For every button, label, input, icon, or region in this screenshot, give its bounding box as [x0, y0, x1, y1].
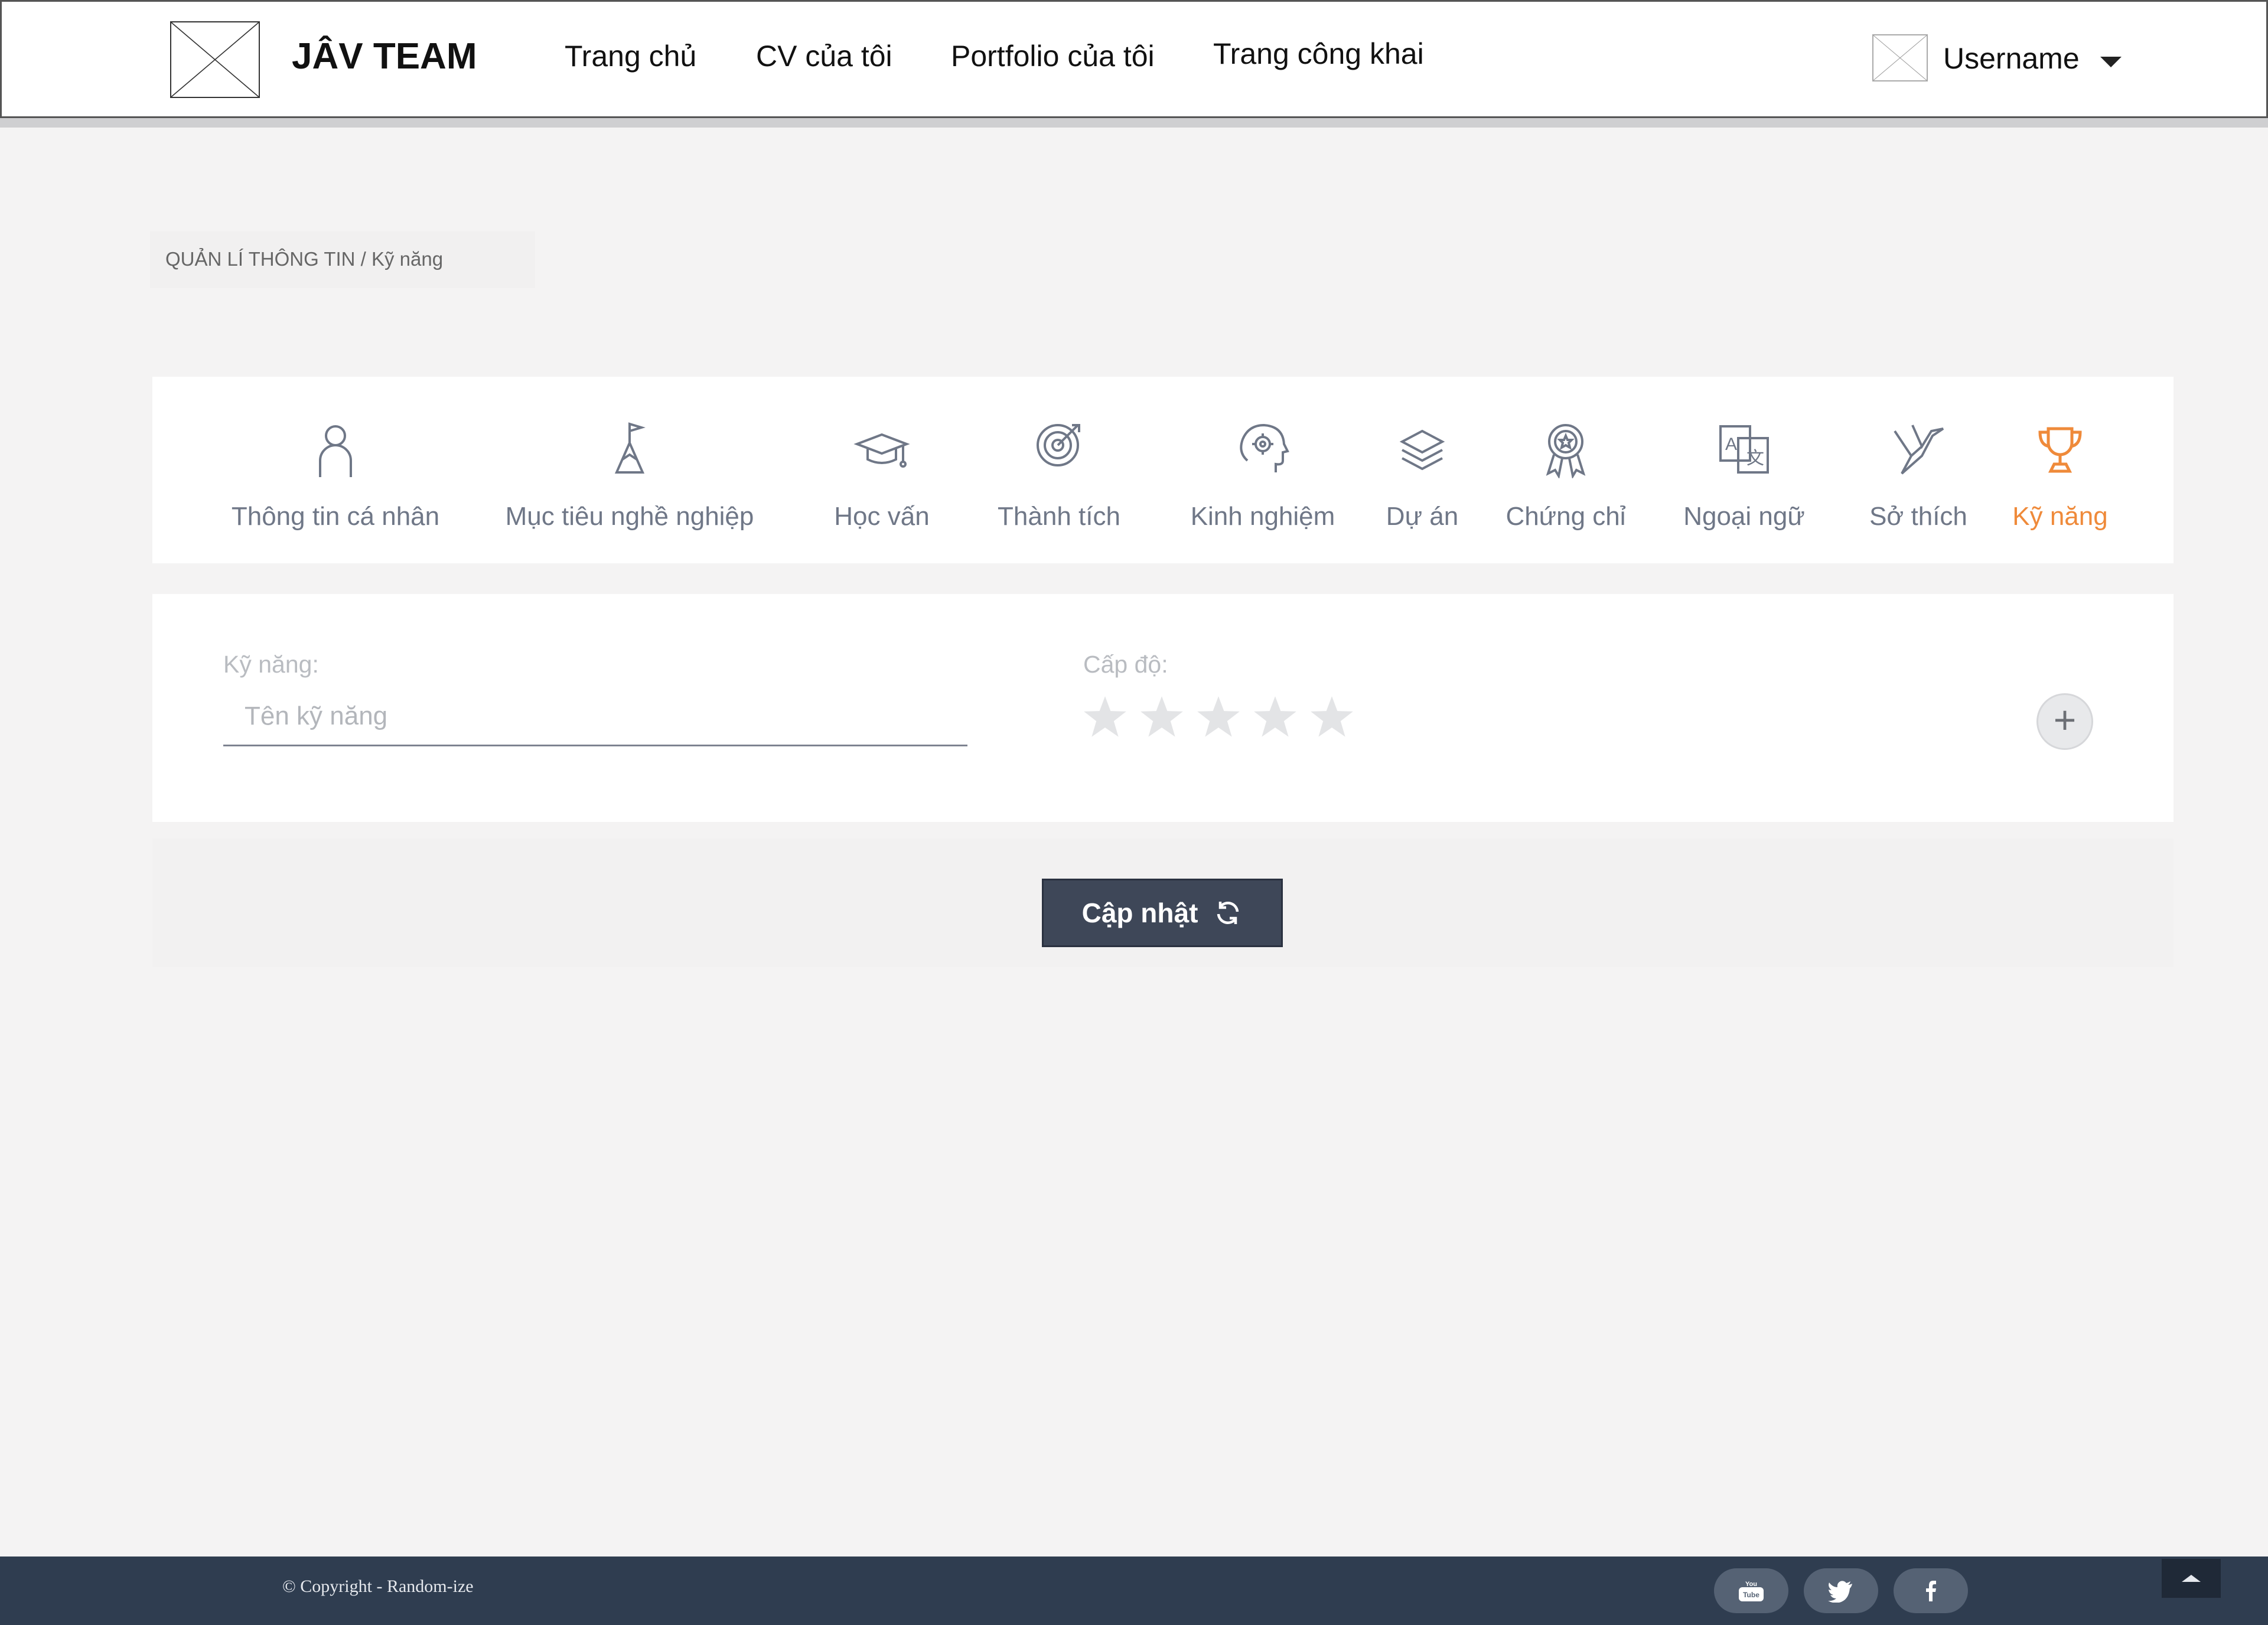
tab-label: Ngoại ngữ: [1683, 502, 1805, 531]
graduation-cap-icon: [852, 419, 911, 478]
svg-text:You: You: [1745, 1581, 1757, 1588]
star-icon[interactable]: [1139, 694, 1185, 740]
tab-label: Sở thích: [1869, 502, 1967, 531]
arrow-up-icon: [2182, 1575, 2201, 1582]
tab-hobbies[interactable]: Sở thích: [1830, 377, 2007, 563]
star-icon[interactable]: [1309, 694, 1355, 740]
avatar[interactable]: [1872, 34, 1928, 81]
nav-home[interactable]: Trang chủ: [565, 39, 696, 73]
nav-my-portfolio[interactable]: Portfolio của tôi: [951, 39, 1155, 73]
star-icon[interactable]: [1252, 694, 1298, 740]
brain-gear-icon: [1233, 419, 1292, 478]
logo-image-placeholder[interactable]: [170, 21, 260, 98]
youtube-button[interactable]: You Tube: [1714, 1568, 1788, 1613]
update-button-label: Cập nhật: [1081, 898, 1198, 928]
layers-icon: [1393, 419, 1452, 478]
trophy-icon: [2031, 419, 2090, 478]
update-button[interactable]: Cập nhật: [1042, 879, 1283, 947]
skill-name-input[interactable]: [223, 687, 967, 746]
level-field-label: Cấp độ:: [1083, 651, 1168, 678]
tab-label: Kỹ năng: [2012, 502, 2108, 531]
breadcrumb: QUẢN LÍ THÔNG TIN / Kỹ năng: [150, 231, 535, 288]
youtube-icon: You Tube: [1739, 1581, 1764, 1601]
chevron-down-icon[interactable]: [2100, 57, 2122, 67]
tab-languages[interactable]: A文 Ngoại ngữ: [1653, 377, 1836, 563]
tab-label: Học vấn: [834, 502, 930, 531]
facebook-icon: [1926, 1581, 1936, 1601]
award-icon: [1536, 419, 1595, 478]
twitter-button[interactable]: [1804, 1568, 1878, 1613]
brand-name[interactable]: JÂV TEAM: [292, 35, 477, 77]
svg-text:Tube: Tube: [1743, 1591, 1759, 1599]
origami-bird-icon: [1889, 419, 1948, 478]
add-skill-button[interactable]: +: [2036, 693, 2093, 750]
tab-label: Mục tiêu nghề nghiệp: [505, 502, 754, 531]
level-star-rating[interactable]: [1082, 694, 1355, 745]
flag-mountain-icon: [600, 419, 659, 478]
facebook-button[interactable]: [1894, 1568, 1968, 1613]
svg-text:文: 文: [1746, 449, 1764, 468]
translate-icon: A文: [1715, 419, 1774, 478]
tab-career-goal[interactable]: Mục tiêu nghề nghiệp: [488, 377, 771, 563]
tab-education[interactable]: Học vấn: [802, 377, 962, 563]
target-icon: [1029, 419, 1089, 478]
refresh-icon: [1217, 902, 1239, 924]
user-icon: [306, 419, 365, 478]
star-icon[interactable]: [1195, 694, 1241, 740]
section-tabs: Thông tin cá nhân Mục tiêu nghề nghiệp H…: [152, 377, 2174, 563]
back-to-top-button[interactable]: [2162, 1559, 2221, 1598]
tab-achievements[interactable]: Thành tích: [956, 377, 1162, 563]
username-label[interactable]: Username: [1943, 41, 2080, 76]
tab-certificates[interactable]: Chứng chỉ: [1474, 377, 1657, 563]
navbar-shadow: [0, 118, 2268, 128]
tab-skills[interactable]: Kỹ năng: [2001, 377, 2119, 563]
nav-public-page[interactable]: Trang công khai: [1213, 37, 1424, 71]
copyright-text: © Copyright - Random-ize: [282, 1577, 474, 1596]
tab-label: Chứng chỉ: [1506, 502, 1626, 531]
star-icon[interactable]: [1082, 694, 1128, 740]
nav-my-cv[interactable]: CV của tôi: [756, 39, 892, 73]
svg-text:A: A: [1725, 435, 1737, 454]
skill-field-label: Kỹ năng:: [223, 651, 319, 678]
tab-personal-info[interactable]: Thông tin cá nhân: [229, 377, 442, 563]
tab-label: Thành tích: [998, 502, 1120, 531]
tab-label: Thông tin cá nhân: [231, 502, 440, 531]
twitter-icon: [1828, 1581, 1852, 1603]
